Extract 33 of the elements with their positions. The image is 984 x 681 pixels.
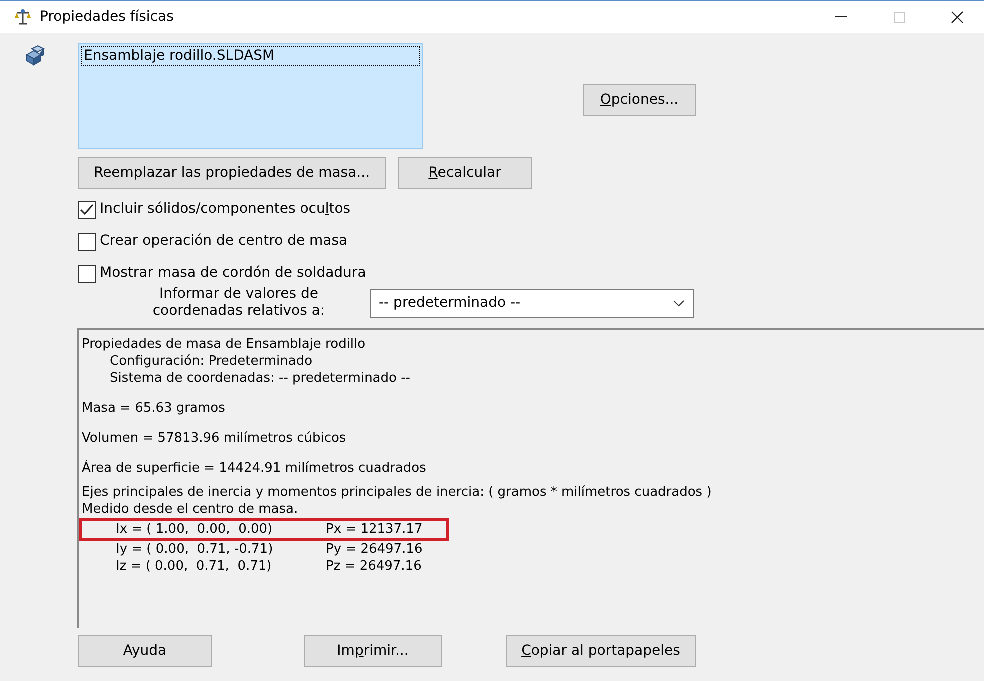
checkbox-label: Mostrar masa de cordón de soldadura: [100, 264, 366, 283]
checkbox[interactable]: [78, 232, 96, 250]
override-mass-button[interactable]: Reemplazar las propiedades de masa...: [78, 157, 386, 189]
recalculate-button[interactable]: Recalcular: [398, 157, 532, 189]
chevron-down-icon: [673, 300, 685, 306]
checkbox-label: Crear operación de centro de masa: [100, 232, 348, 251]
options-button[interactable]: Opciones...: [583, 84, 696, 116]
inertia-row: Ix = ( 1.00, 0.00, 0.00) Px = 12137.17: [79, 518, 449, 541]
area-text: Área de superficie = 14424.91 milímetros cuadrados: [82, 460, 428, 477]
checkbox[interactable]: [78, 200, 96, 218]
coordinates-dropdown[interactable]: -- predeterminado --: [370, 288, 694, 318]
checkbox-label: Incluir sólidos/componentes ocultos: [100, 200, 351, 219]
inertia-title: Ejes principales de inercia y momentos principales de inercia: ( gramos * milímetros cuadrados ): [82, 484, 713, 501]
close-icon: [950, 10, 964, 24]
window-title: Propiedades físicas: [40, 8, 174, 26]
scale-icon: [14, 9, 32, 25]
inertia-row-text: Iz = ( 0.00, 0.71, 0.71) Pz = 26497.16: [115, 558, 423, 575]
minimize-icon: [835, 16, 847, 18]
coordinates-label: Informar de valores de coordenadas relativos a:: [152, 286, 326, 320]
checkbox[interactable]: [78, 264, 96, 282]
copy-button[interactable]: Copiar al portapapeles: [506, 635, 696, 667]
inertia-row-text: Iy = ( 0.00, 0.71, -0.71) Py = 26497.16: [115, 541, 424, 558]
results-header: Propiedades de masa de Ensamblaje rodillo: [82, 336, 367, 353]
list-item[interactable]: Ensamblaje rodillo.SLDASM: [81, 46, 420, 66]
inertia-note: Medido desde el centro de masa.: [82, 501, 300, 518]
results-detail: Sistema de coordenadas: -- predeterminado --: [109, 370, 412, 387]
mass-text: Masa = 65.63 gramos: [82, 400, 226, 417]
volume-text: Volumen = 57813.96 milímetros cúbicos: [82, 430, 348, 447]
maximize-icon: [894, 12, 904, 22]
check-icon: [80, 204, 94, 216]
results-detail: Configuración: Predeterminado: [109, 353, 314, 370]
help-button[interactable]: Ayuda: [78, 635, 212, 667]
print-button[interactable]: Imprimir...: [304, 635, 442, 667]
